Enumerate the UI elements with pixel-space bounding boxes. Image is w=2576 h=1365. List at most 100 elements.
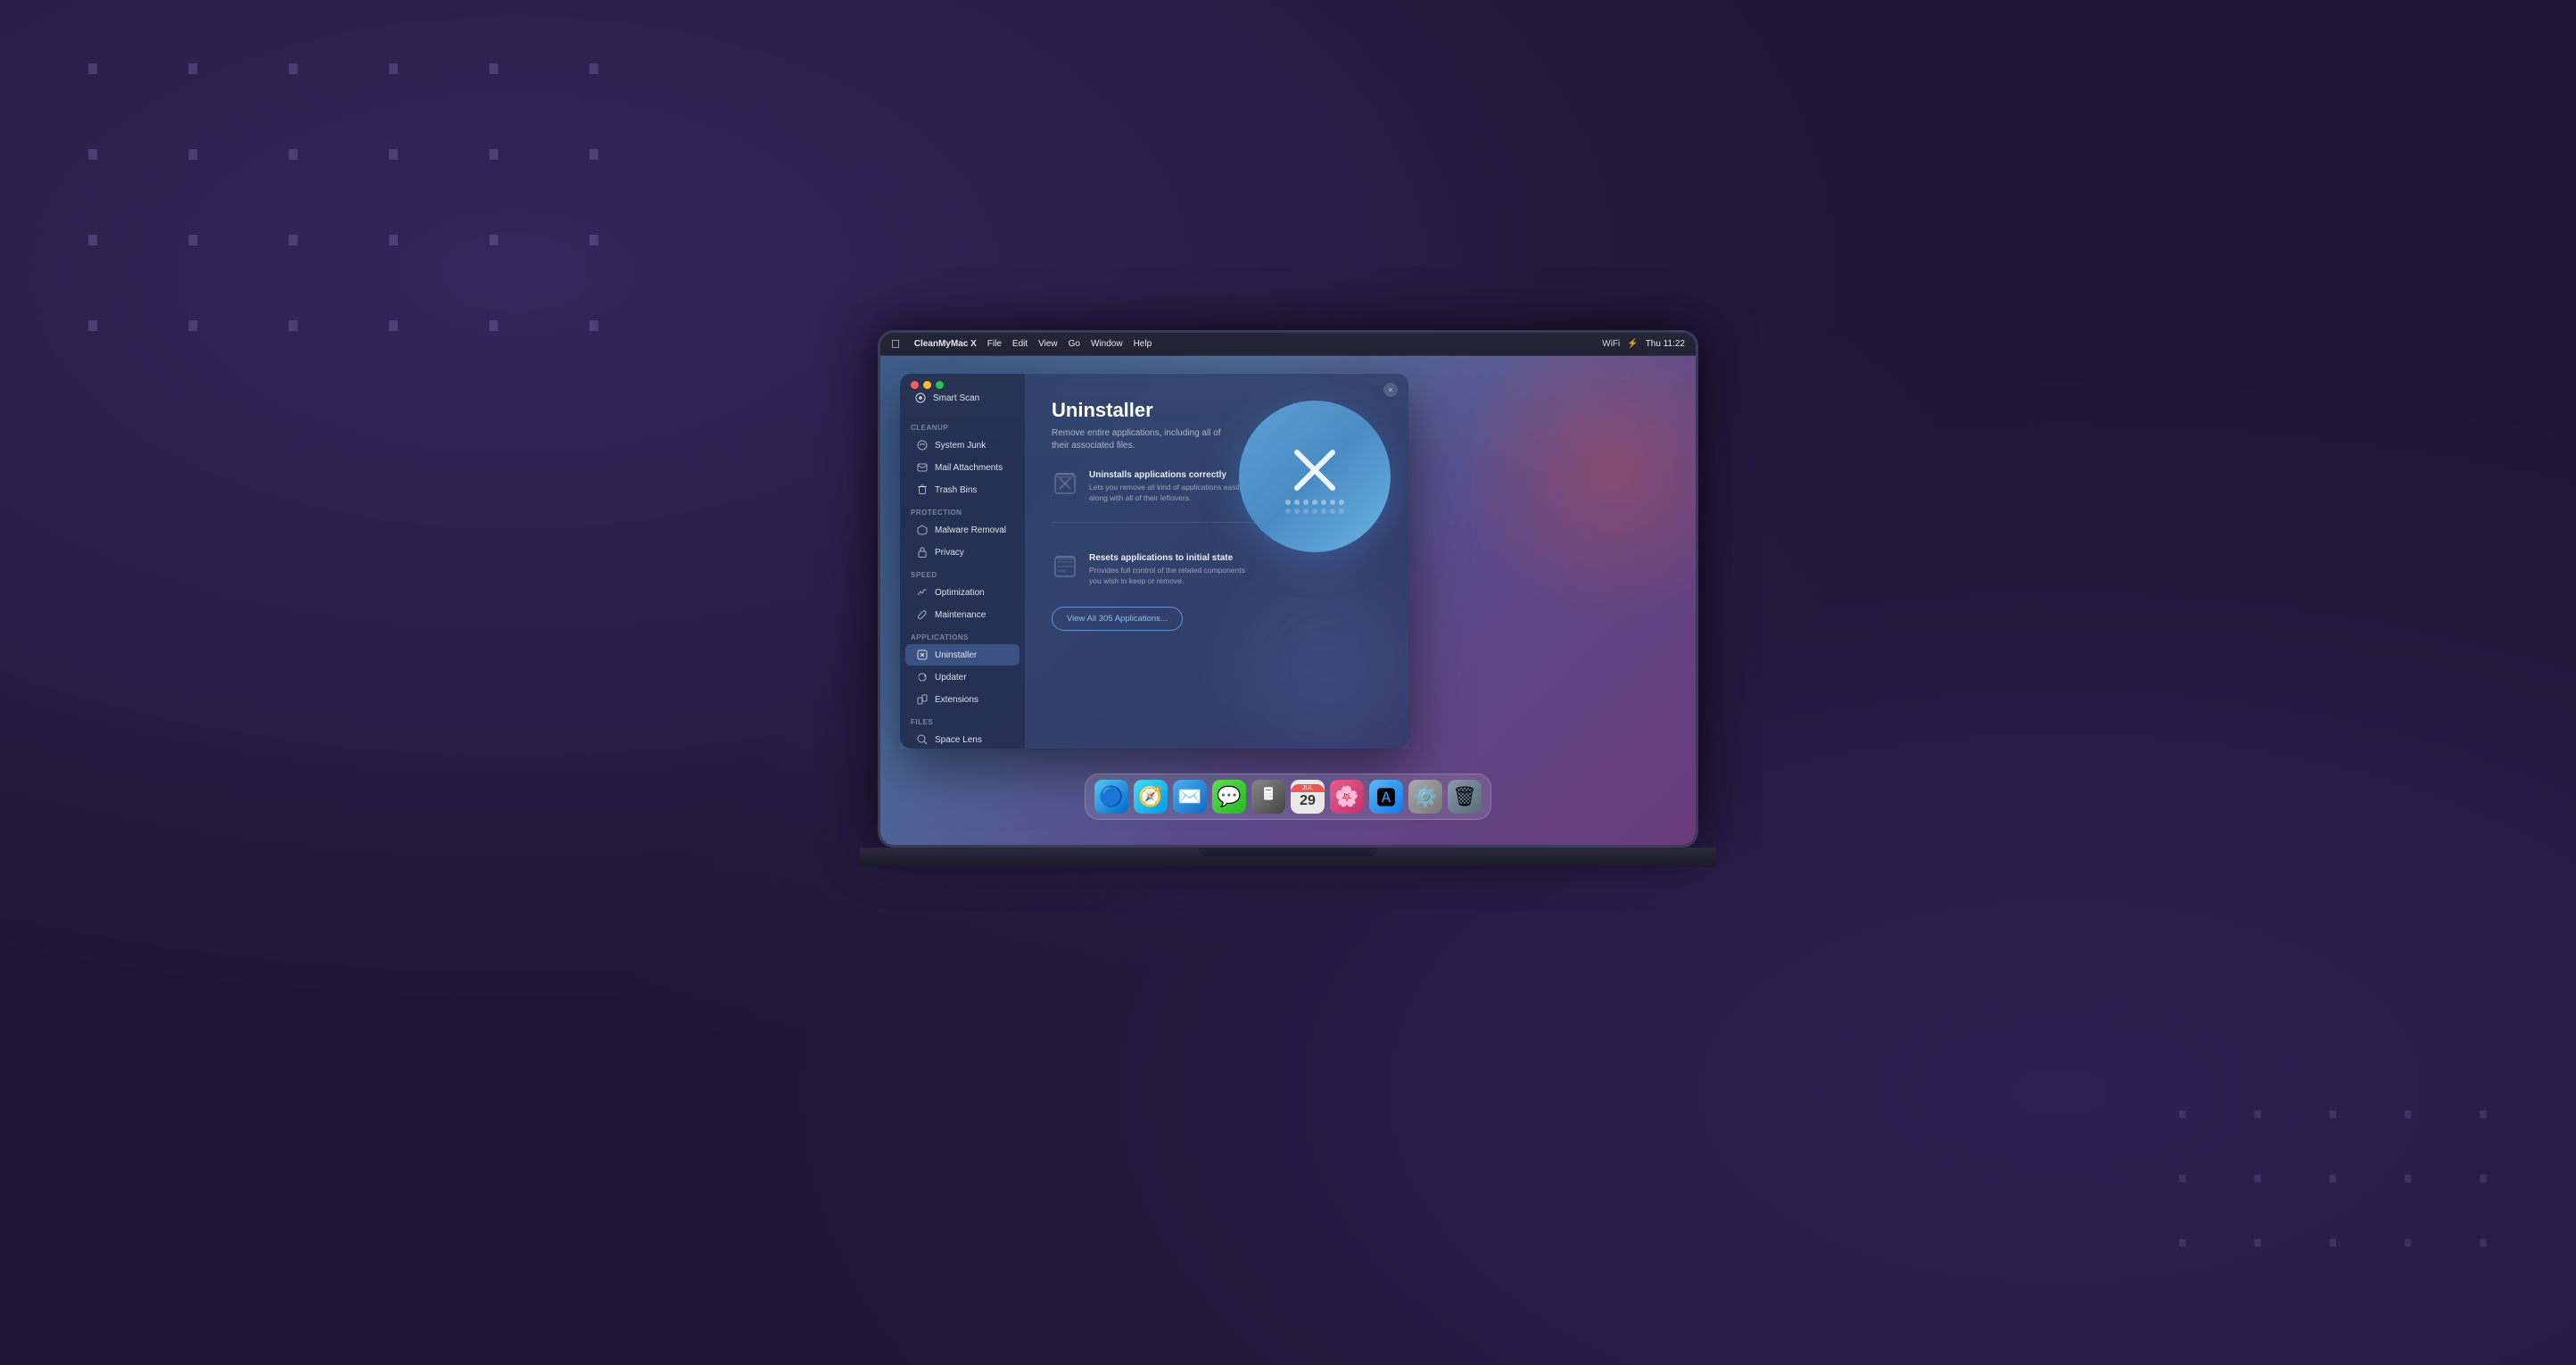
cleanmymac-window: Smart Scan Cleanup System Junk [900,374,1408,749]
resets-icon [1053,555,1077,578]
section-cleanup: Cleanup [900,417,1025,434]
menubar-right: WiFi ⚡ Thu 11:22 [1602,339,1685,349]
section-files: Files [900,711,1025,729]
feature-2-title: Resets applications to initial state [1089,553,1250,563]
bg-decoration-br: · · · · ·· · · · ·· · · · · [2167,1083,2505,1276]
maintenance-label: Maintenance [935,610,986,620]
malware-removal-label: Malware Removal [935,525,1006,535]
app-icon-dot [1285,500,1291,505]
feature-2-desc: Provides full control of the related com… [1089,566,1250,587]
menubar-left:  CleanMyMac X File Edit View Go Window … [891,337,1152,351]
laptop-base [860,848,1716,867]
sidebar-item-space-lens[interactable]: Space Lens [905,729,1020,749]
dock-item-finder[interactable]: 🔵 [1094,780,1128,814]
feature-1-title: Uninstalls applications correctly [1089,470,1250,480]
sidebar-item-extensions[interactable]: Extensions [905,689,1020,710]
extensions-label: Extensions [935,695,978,705]
traffic-lights [911,381,944,389]
sidebar-item-uninstaller[interactable]: Uninstaller [905,644,1020,666]
app-x-icon [1284,439,1346,501]
section-protection: Protection [900,501,1025,519]
section-speed: Speed [900,564,1025,582]
main-content-panel: × Uninstaller Remove entire applications… [1025,374,1408,749]
feature-1-desc: Lets you remove all kind of applications… [1089,483,1250,504]
menu-view[interactable]: View [1038,339,1058,349]
bg-decoration-tl: · · · · · ·· · · · · ·· · · · · ·· · · ·… [71,27,623,369]
feature-1-text: Uninstalls applications correctly Lets y… [1089,470,1250,504]
feature-2-icon-box [1052,553,1078,580]
app-icon-circle [1239,401,1391,552]
system-junk-icon [916,439,929,451]
dock-item-system-preferences[interactable]: ⚙️ [1408,780,1442,814]
app-icon-dot [1339,509,1344,514]
app-icon-dot [1303,500,1309,505]
sidebar-item-updater[interactable]: Updater [905,666,1020,688]
feature-2-text: Resets applications to initial state Pro… [1089,553,1250,587]
sidebar-item-optimization[interactable]: Optimization [905,582,1020,603]
uninstaller-label: Uninstaller [935,650,977,660]
app-icon-dot [1321,509,1326,514]
minimize-traffic-light[interactable] [923,381,931,389]
trash-bins-icon [916,484,929,496]
close-traffic-light[interactable] [911,381,919,389]
app-icon-dot [1321,500,1326,505]
system-junk-label: System Junk [935,441,986,451]
maximize-traffic-light[interactable] [936,381,944,389]
app-icon-dot [1294,509,1300,514]
mail-attachments-icon [916,461,929,474]
apple-logo-icon:  [891,337,900,351]
app-icon-dot [1285,509,1291,514]
sidebar-item-mail-attachments[interactable]: Mail Attachments [905,457,1020,478]
dock-item-cleanmymac[interactable]: 🌸 [1330,780,1364,814]
sidebar-item-maintenance[interactable]: Maintenance [905,604,1020,625]
dock-item-safari[interactable]: 🧭 [1134,780,1168,814]
menu-go[interactable]: Go [1069,339,1080,349]
malware-removal-icon [916,524,929,536]
sidebar-item-system-junk[interactable]: System Junk [905,434,1020,456]
smart-scan-label: Smart Scan [933,393,979,403]
app-icon-dot [1312,500,1317,505]
updater-icon [916,671,929,683]
app-background: Smart Scan Cleanup System Junk [880,356,1696,845]
uninstalls-correctly-icon [1053,472,1077,495]
sidebar-item-malware-removal[interactable]: Malware Removal [905,519,1020,541]
page-subtitle: Remove entire applications, including al… [1052,427,1230,452]
dock-item-messages[interactable]: 💬 [1212,780,1246,814]
dock-item-calendar[interactable]: JUL 29 [1291,780,1325,814]
menu-window[interactable]: Window [1091,339,1123,349]
app-icon-dot [1330,509,1335,514]
section-applications: Applications [900,626,1025,644]
trash-bins-label: Trash Bins [935,485,977,495]
panel-close-button[interactable]: × [1383,383,1398,397]
app-icon-dot [1303,509,1309,514]
sidebar-item-smart-scan[interactable]: Smart Scan [905,386,1020,410]
laptop-hinge [1199,848,1377,856]
dock-item-appstore[interactable]: 🅰 [1369,780,1403,814]
laptop:  CleanMyMac X File Edit View Go Window … [797,330,1779,999]
smart-scan-icon [914,392,927,404]
menu-edit[interactable]: Edit [1012,339,1028,349]
feature-1-icon-box [1052,470,1078,497]
sidebar-item-trash-bins[interactable]: Trash Bins [905,479,1020,500]
mail-attachments-label: Mail Attachments [935,463,1003,473]
dock-item-trash[interactable]: 🗑 [1448,780,1482,814]
maintenance-icon [916,608,929,621]
sidebar: Smart Scan Cleanup System Junk [900,374,1025,749]
app-icon-dot [1330,500,1335,505]
dock-item-calculator[interactable]: 🖩 [1251,780,1285,814]
sidebar-item-privacy[interactable]: Privacy [905,542,1020,563]
menu-file[interactable]: File [987,339,1002,349]
updater-label: Updater [935,673,967,682]
menu-help[interactable]: Help [1134,339,1152,349]
menu-app-name[interactable]: CleanMyMac X [914,339,977,349]
dock: 🔵 🧭 ✉️ 💬 🖩 JUL 29 [1085,774,1491,820]
space-lens-icon [916,733,929,746]
dock-item-mail[interactable]: ✉️ [1173,780,1207,814]
menubar:  CleanMyMac X File Edit View Go Window … [880,333,1696,356]
optimization-label: Optimization [935,588,985,598]
wifi-icon: WiFi [1602,339,1620,349]
uninstaller-icon [916,649,929,661]
app-icon-dot [1339,500,1344,505]
view-all-button[interactable]: View All 305 Applications... [1052,607,1183,631]
privacy-icon [916,546,929,558]
